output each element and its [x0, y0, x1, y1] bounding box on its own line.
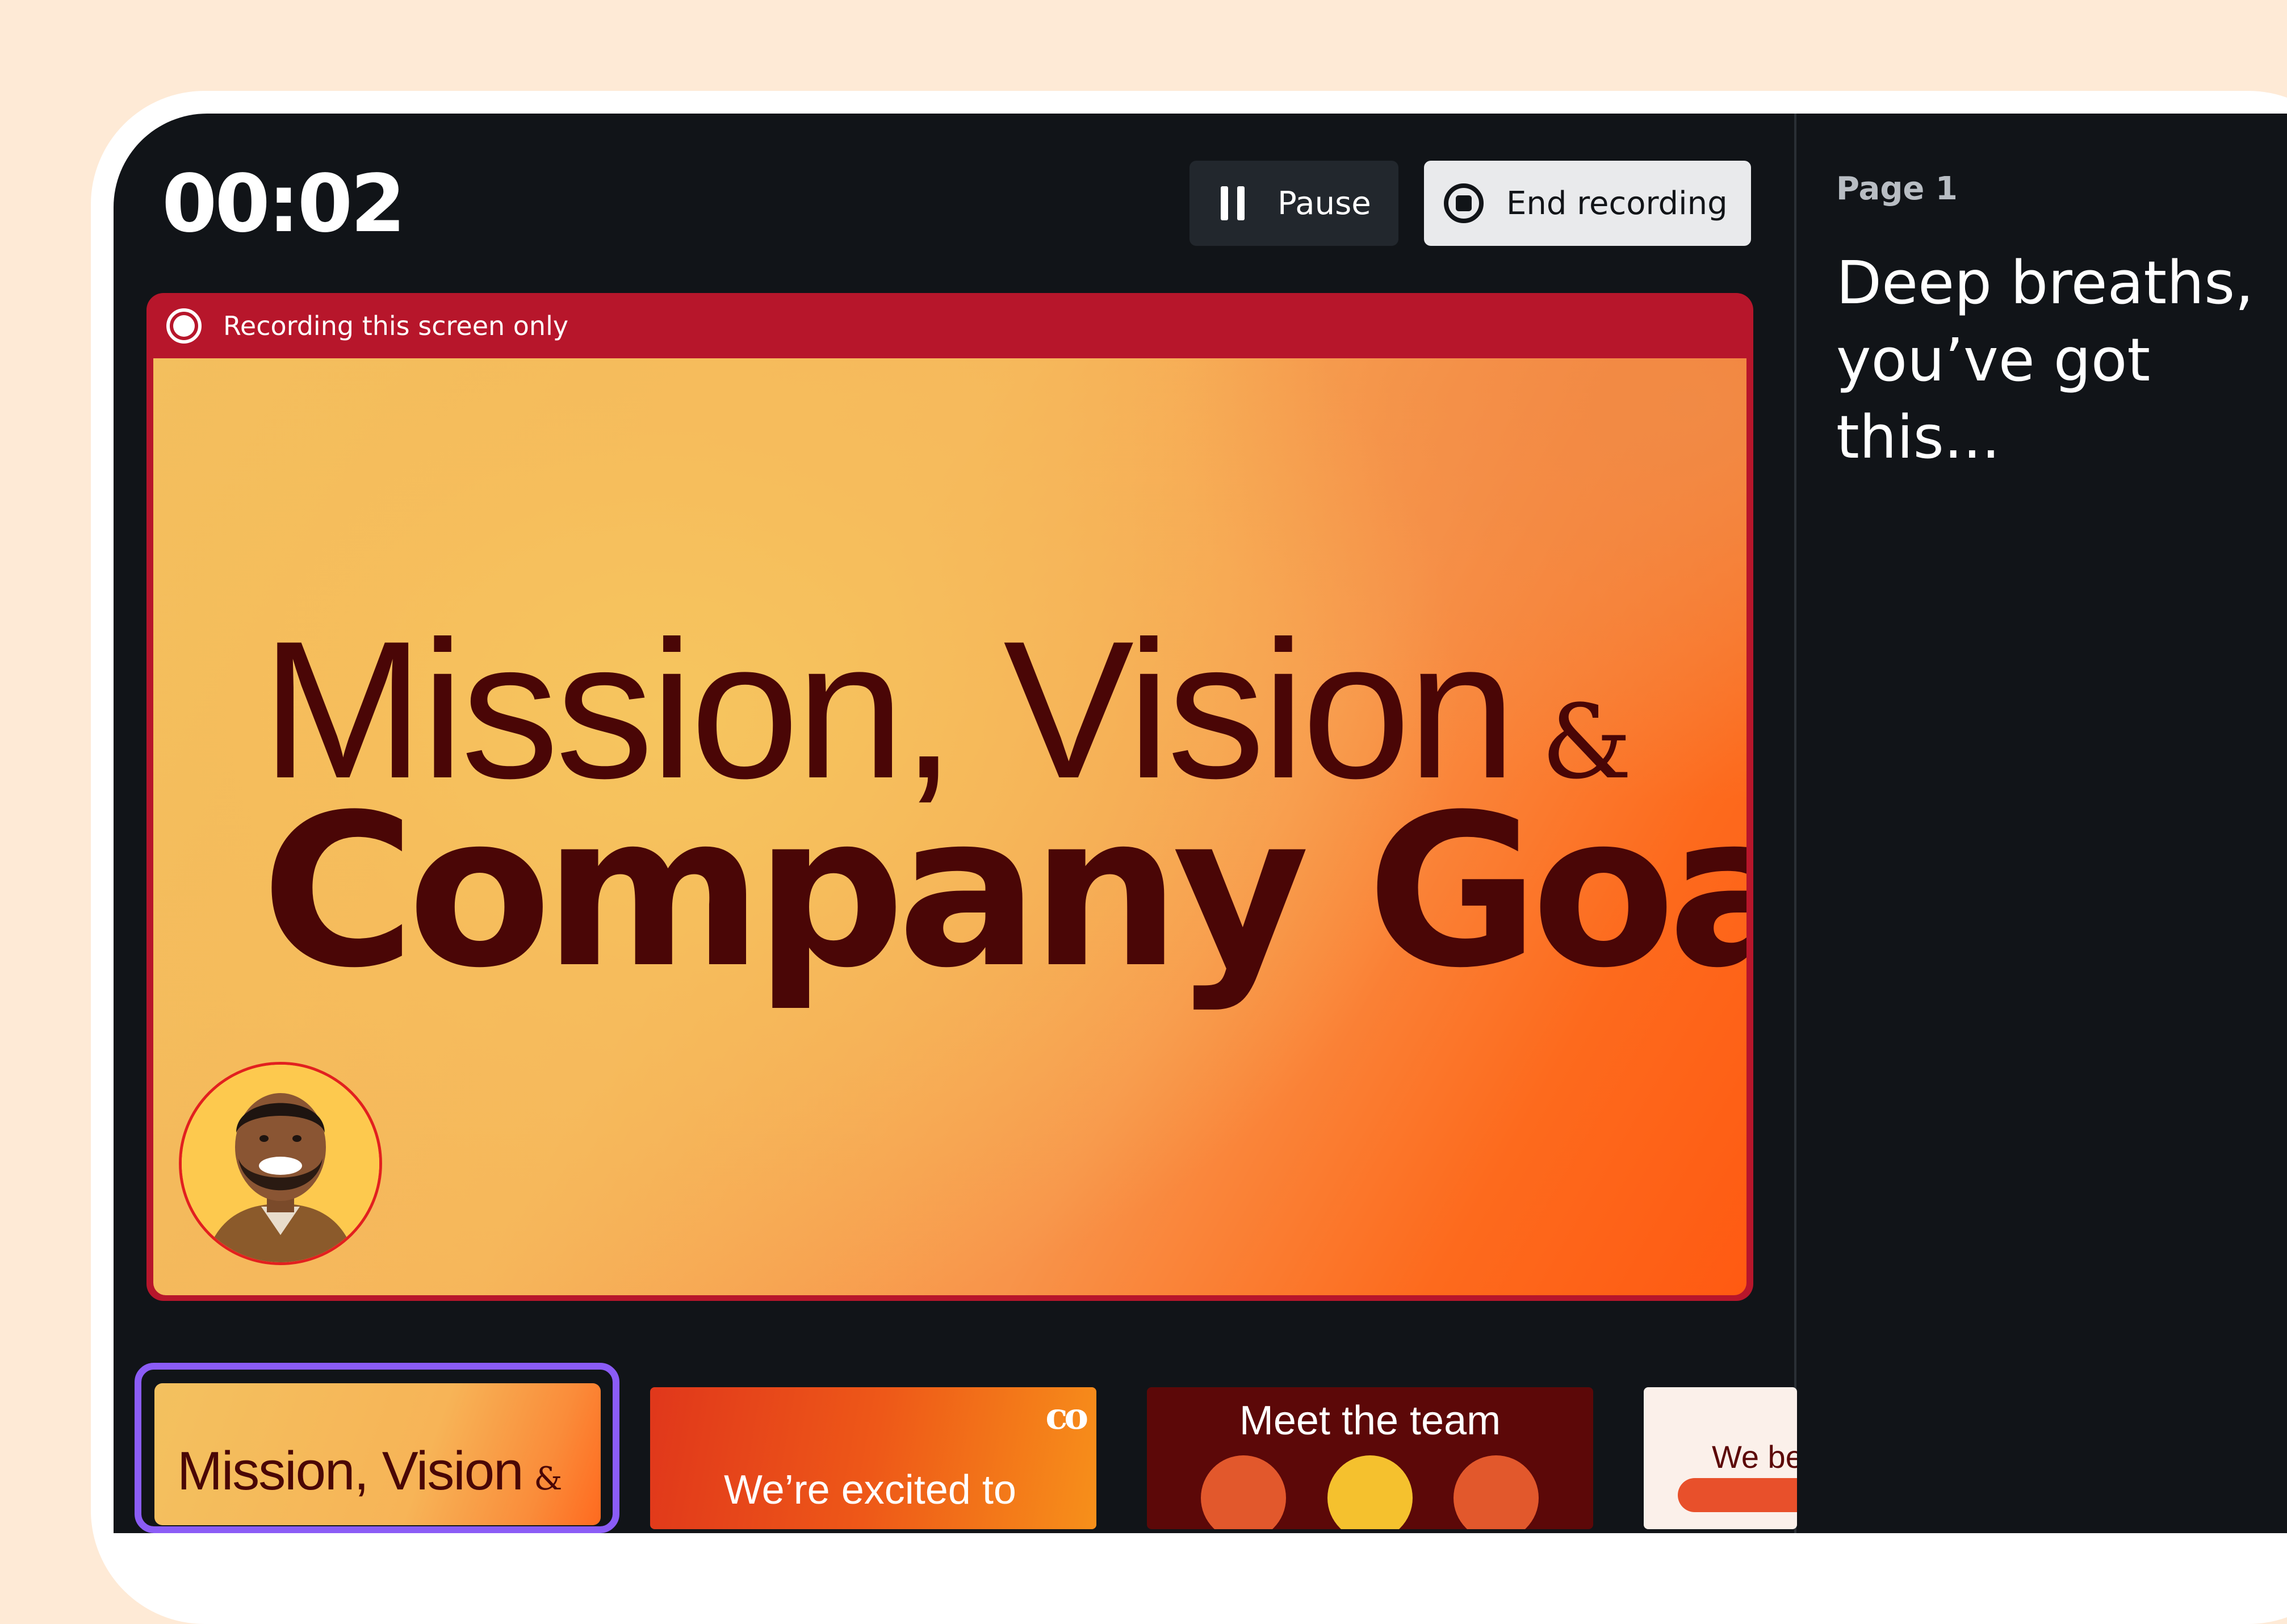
speaker-notes: Deep breaths, you’ve got this...	[1836, 248, 2254, 472]
thumbnail-page-2[interactable]: co We’re excited to	[650, 1387, 1096, 1529]
recording-notice-bar: Recording this screen only	[146, 293, 1753, 358]
thumbnail-page-1[interactable]: Mission, Vision &	[154, 1383, 601, 1525]
presenter-portrait	[182, 1065, 379, 1262]
end-recording-button[interactable]: End recording	[1424, 161, 1751, 246]
page-label: Page 1	[1836, 170, 1958, 207]
presenter-notes-panel: Page 1 Deep breaths, you’ve got this...	[1794, 114, 2287, 1533]
thumbnail-4-text: We be	[1712, 1439, 1797, 1475]
recording-timer: 00:02	[162, 158, 406, 250]
recording-notice: Recording this screen only	[223, 310, 569, 341]
thumbnail-1-title: Mission, Vision &	[177, 1441, 562, 1501]
team-avatar	[1327, 1455, 1413, 1529]
slide-title-line2: Company Goals	[261, 770, 1746, 1014]
presenter-camera-avatar[interactable]	[179, 1062, 382, 1265]
thumbnail-2-text: We’re excited to	[724, 1467, 1016, 1513]
thumbnail-page-4[interactable]: We be	[1644, 1387, 1797, 1529]
brand-logo: co	[1045, 1395, 1088, 1438]
end-recording-label: End recording	[1506, 185, 1728, 222]
thumbnail-page-3[interactable]: Meet the team	[1147, 1387, 1593, 1529]
presentation-slide: Mission, Vision& Company Goals	[153, 358, 1746, 1295]
thumbnail-4-pill	[1678, 1478, 1797, 1512]
pause-button[interactable]: Pause	[1189, 161, 1398, 246]
record-icon	[166, 308, 202, 344]
team-avatar	[1454, 1455, 1539, 1529]
stop-icon	[1444, 183, 1484, 223]
pause-icon	[1221, 186, 1245, 220]
thumbnail-3-title: Meet the team	[1239, 1398, 1501, 1443]
recording-frame: Recording this screen only Mission, Visi…	[146, 293, 1753, 1301]
team-avatar	[1201, 1455, 1286, 1529]
pause-label: Pause	[1277, 185, 1371, 222]
